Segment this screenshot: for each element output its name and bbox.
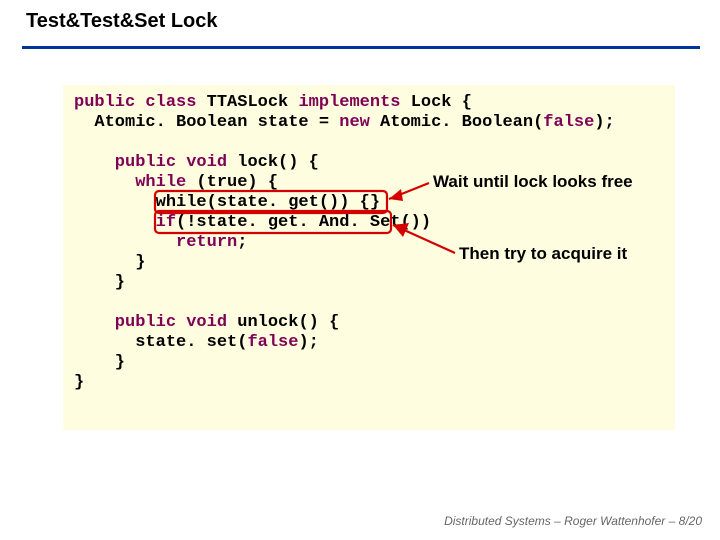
code-text: public xyxy=(74,153,176,172)
code-text: unlock() { xyxy=(227,313,339,332)
footer-author: Roger Wattenhofer xyxy=(564,514,665,528)
code-text: implements xyxy=(298,93,400,112)
title-rule xyxy=(22,46,700,49)
code-text: (!state. get. And. Set()) xyxy=(176,213,431,232)
footer-sep: – xyxy=(551,514,564,528)
code-text: false xyxy=(247,333,298,352)
code-text: Atomic. Boolean( xyxy=(370,113,543,132)
code-text: class xyxy=(135,93,196,112)
code-text: return xyxy=(74,233,237,252)
code-text: ); xyxy=(594,113,614,132)
code-text xyxy=(74,133,84,152)
annotation-acquire: Then try to acquire it xyxy=(459,244,689,264)
footer-course: Distributed Systems xyxy=(444,514,551,528)
code-text xyxy=(74,293,84,312)
code-text: public xyxy=(74,313,176,332)
code-text: void xyxy=(176,153,227,172)
code-block: public class TTASLock implements Lock { … xyxy=(63,85,675,430)
code-text: Lock { xyxy=(401,93,472,112)
slide-title: Test&Test&Set Lock xyxy=(26,10,218,33)
code-text: state. set( xyxy=(74,333,247,352)
code-text: while(state. get()) {} xyxy=(74,193,380,212)
code-text: } xyxy=(74,253,145,272)
code-text: (true) { xyxy=(186,173,278,192)
code-text: ); xyxy=(298,333,318,352)
code-text: TTASLock xyxy=(196,93,298,112)
code-text: } xyxy=(74,273,125,292)
annotation-wait-free: Wait until lock looks free xyxy=(433,172,663,192)
code-text: while xyxy=(74,173,186,192)
code-content: public class TTASLock implements Lock { … xyxy=(74,93,615,393)
footer-page: 8/20 xyxy=(679,514,702,528)
code-text: } xyxy=(74,373,84,392)
code-text: Atomic. Boolean state = xyxy=(74,113,339,132)
code-text: if xyxy=(74,213,176,232)
code-text: void xyxy=(176,313,227,332)
code-text: false xyxy=(543,113,594,132)
footer-sep: – xyxy=(665,514,678,528)
code-text: } xyxy=(74,353,125,372)
slide-footer: Distributed Systems – Roger Wattenhofer … xyxy=(444,514,702,528)
code-text: new xyxy=(339,113,370,132)
code-text: ; xyxy=(237,233,247,252)
code-text: public xyxy=(74,93,135,112)
code-text: lock() { xyxy=(227,153,319,172)
